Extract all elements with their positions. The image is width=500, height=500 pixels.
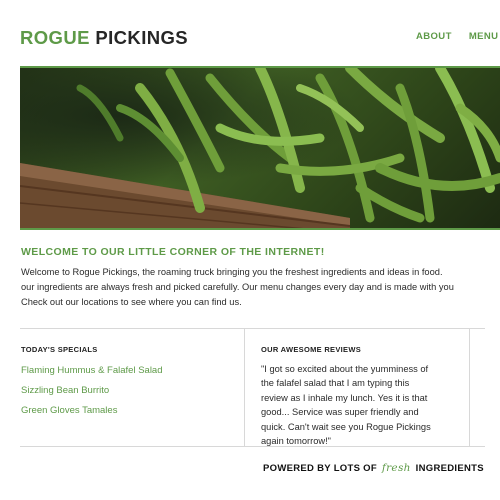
review-line: the falafel salad that I am typing this [261, 378, 410, 389]
column-divider [244, 329, 245, 446]
review-line: review as I inhale my lunch. Yes it is t… [261, 392, 428, 403]
column-divider [469, 329, 470, 446]
review-quote: "I got so excited about the yumminess of… [261, 362, 461, 448]
welcome-paragraph: Welcome to Rogue Pickings, the roaming t… [21, 265, 496, 310]
hero-image [20, 66, 500, 230]
brand-word-pickings: PICKINGS [95, 27, 189, 48]
site-header: ROGUE PICKINGS ABOUT MENU [0, 0, 500, 66]
welcome-heading: WELCOME TO OUR LITTLE CORNER OF THE INTE… [21, 246, 325, 258]
nav-item-about[interactable]: ABOUT [416, 31, 452, 42]
special-item[interactable]: Green Gloves Tamales [21, 405, 117, 416]
nav-item-menu[interactable]: MENU [469, 31, 499, 42]
special-item[interactable]: Flaming Hummus & Falafel Salad [21, 365, 163, 376]
page: ROGUE PICKINGS ABOUT MENU WELCOME TO OUR… [0, 0, 500, 500]
brand-logo[interactable]: ROGUE PICKINGS [20, 27, 188, 49]
review-line: good... Service was super friendly and [261, 407, 419, 418]
review-line: again tomorrow!" [261, 436, 331, 447]
green-beans-photo [20, 68, 500, 228]
footer-prefix: POWERED BY LOTS OF [263, 463, 377, 474]
welcome-line: our ingredients are always fresh and pic… [21, 282, 454, 292]
welcome-line: Welcome to Rogue Pickings, the roaming t… [21, 267, 443, 277]
main-nav: ABOUT MENU [416, 31, 500, 42]
reviews-heading: OUR AWESOME REVIEWS [261, 345, 362, 354]
welcome-line: Check out our locations to see where you… [21, 297, 242, 307]
special-item[interactable]: Sizzling Bean Burrito [21, 385, 109, 396]
footer-tagline: POWERED BY LOTS OF fresh INGREDIENTS [263, 462, 484, 474]
brand-word-rogue: ROGUE [20, 27, 90, 48]
specials-heading: TODAY'S SPECIALS [21, 345, 98, 354]
review-line: "I got so excited about the yumminess of [261, 364, 429, 374]
footer-suffix: INGREDIENTS [415, 463, 484, 474]
review-line: quick. Can't wait see you Rogue Pickings [261, 421, 431, 432]
footer-script-word: fresh [381, 462, 411, 474]
section-divider-top [20, 328, 485, 329]
